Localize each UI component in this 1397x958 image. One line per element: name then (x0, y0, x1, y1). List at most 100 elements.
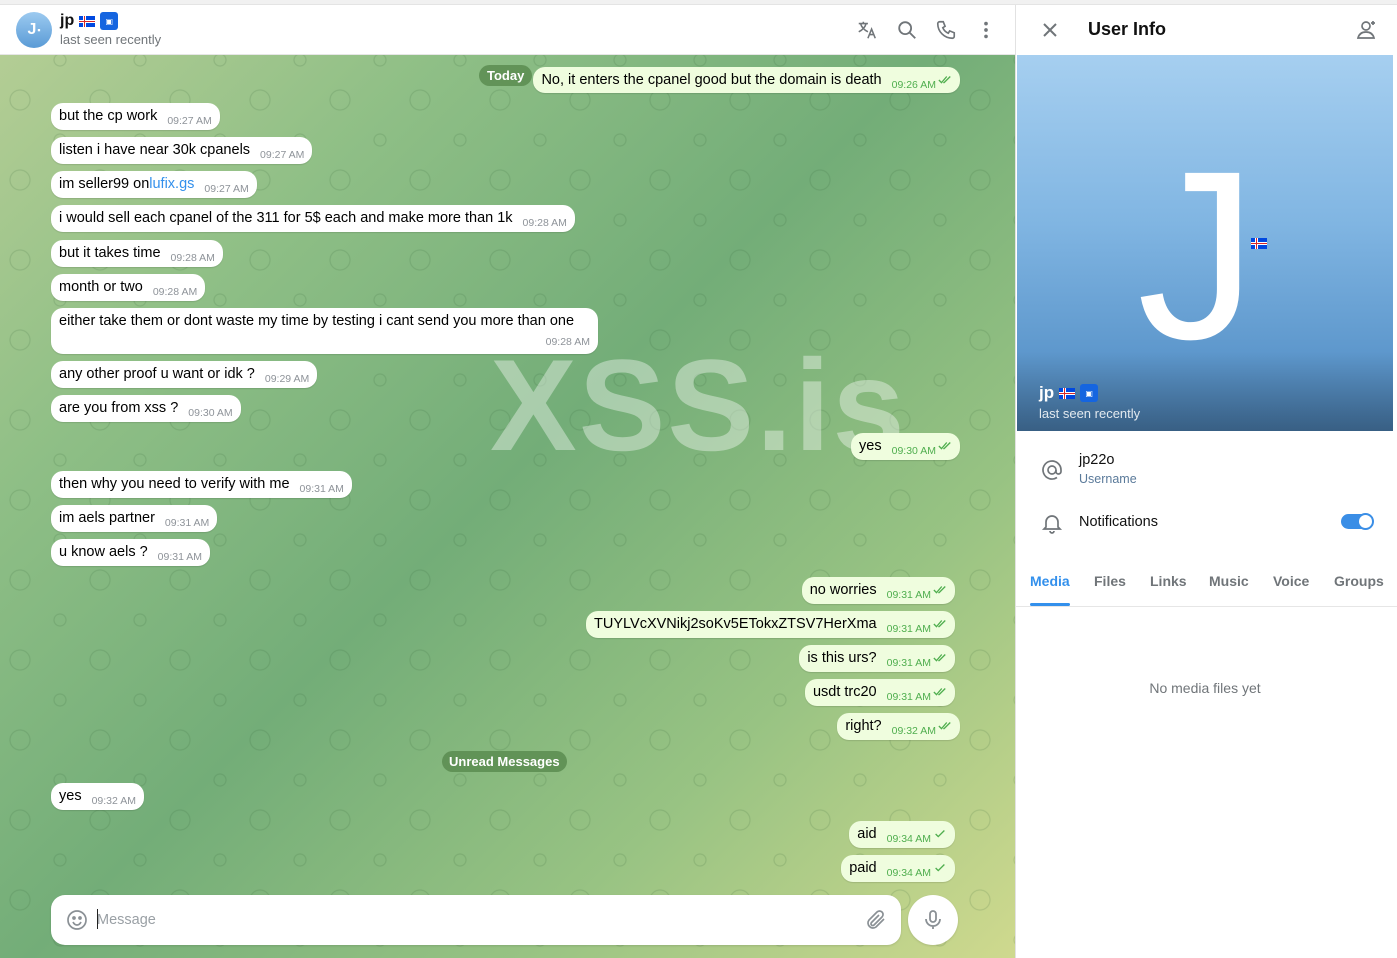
attach-icon[interactable] (864, 908, 888, 937)
tab-files[interactable]: Files (1094, 573, 1126, 589)
flag-iceland-icon (1251, 238, 1267, 249)
double-check-icon (938, 442, 951, 450)
message-bubble-in[interactable]: but it takes time 09:28 AM (51, 240, 223, 267)
message-bubble-in[interactable]: listen i have near 30k cpanels 09:27 AM (51, 137, 313, 164)
username-value[interactable]: jp22o (1079, 452, 1114, 468)
close-icon[interactable] (1038, 18, 1062, 47)
message-text: No, it enters the cpanel good but the do… (541, 72, 882, 88)
profile-status: last seen recently (1039, 406, 1141, 421)
voice-record-button[interactable] (908, 895, 958, 945)
double-check-icon (938, 722, 951, 730)
flag-iceland-icon: ▪ (37, 25, 41, 35)
message-text: but it takes time (59, 245, 161, 261)
double-check-icon (938, 76, 951, 84)
tab-music[interactable]: Music (1209, 573, 1249, 589)
text-caret (97, 909, 98, 929)
date-pill: Today (479, 65, 533, 86)
message-text: usdt trc20 (812, 684, 877, 700)
message-time: 09:31 AM (886, 657, 931, 669)
message-time: 09:31 AM (886, 691, 931, 703)
message-bubble-in[interactable]: are you from xss ? 09:30 AM (51, 395, 241, 422)
active-tab-indicator (1030, 603, 1070, 606)
message-text: paid (849, 860, 877, 876)
contact-name-row: jp ▣ (60, 12, 119, 30)
message-text: u know aels ? (59, 544, 148, 560)
emoji-icon[interactable] (65, 908, 89, 937)
message-link[interactable]: lufix.gs (149, 176, 194, 192)
message-time: 09:27 AM (204, 183, 249, 195)
id-badge-icon: ▣ (100, 12, 119, 30)
message-list[interactable]: Today No, it enters the cpanel good but … (0, 56, 1015, 886)
message-bubble-in[interactable]: yes 09:32 AM (51, 783, 144, 810)
message-bubble-in[interactable]: either take them or dont waste my time b… (51, 308, 598, 354)
message-bubble-out[interactable]: is this urs? 09:31 AM (799, 645, 955, 672)
message-bubble-out[interactable]: TUYLVcXVNikj2soKv5ETokxZTSV7HerXma 09:31 … (586, 611, 955, 638)
message-bubble-out[interactable]: No, it enters the cpanel good but the do… (533, 67, 960, 93)
message-input[interactable] (97, 908, 837, 932)
message-text: no worries (809, 582, 877, 598)
message-bubble-in[interactable]: im seller99 on lufix.gs 09:27 AM (51, 171, 257, 198)
double-check-icon (933, 620, 946, 628)
profile-name-row: jp ▣ (1039, 383, 1099, 403)
user-info-panel: User Info J jp ▣ last seen recently jp22… (1015, 5, 1397, 958)
chat-header[interactable]: J ▪ jp ▣ last seen recently (0, 5, 1015, 55)
message-composer[interactable] (51, 895, 901, 945)
message-bubble-out[interactable]: right? 09:32 AM (837, 713, 960, 740)
message-text: is this urs? (807, 650, 877, 666)
avatar[interactable]: J ▪ (16, 12, 52, 48)
unread-messages-divider: Unread Messages (442, 751, 567, 772)
message-text: yes (859, 438, 882, 454)
message-bubble-in[interactable]: then why you need to verify with me 09:31… (51, 471, 352, 498)
message-text: but the cp work (59, 108, 158, 124)
message-time: 09:26 AM (891, 79, 936, 91)
more-vert-icon[interactable] (974, 18, 998, 42)
message-bubble-in[interactable]: month or two 09:28 AM (51, 274, 206, 301)
message-text: im seller99 on (59, 176, 150, 192)
tab-links[interactable]: Links (1150, 573, 1187, 589)
message-time: 09:30 AM (188, 407, 233, 419)
message-bubble-out[interactable]: usdt trc20 09:31 AM (804, 679, 955, 706)
message-time: 09:32 AM (891, 725, 936, 737)
message-time: 09:27 AM (167, 115, 212, 127)
message-time: 09:28 AM (170, 252, 215, 264)
double-check-icon (933, 654, 946, 662)
search-icon[interactable] (895, 18, 919, 42)
message-bubble-out[interactable]: aid 09:34 AM (849, 821, 955, 848)
panel-header: User Info (1016, 5, 1397, 55)
message-time: 09:31 AM (164, 517, 210, 529)
notifications-toggle[interactable] (1341, 513, 1374, 530)
double-check-icon (933, 586, 946, 594)
window-top-bar (0, 0, 1397, 5)
chat-area: J ▪ jp ▣ last seen recently XSS.is Today … (0, 0, 1015, 958)
phone-icon[interactable] (934, 18, 958, 42)
message-text: any other proof u want or idk ? (59, 366, 255, 382)
double-check-icon (933, 688, 946, 696)
contact-status: last seen recently (60, 32, 162, 47)
message-bubble-in[interactable]: but the cp work 09:27 AM (51, 103, 220, 130)
avatar-letter: J (27, 21, 37, 38)
message-bubble-in[interactable]: u know aels ? 09:31 AM (51, 539, 211, 566)
message-text: yes (59, 788, 82, 804)
message-bubble-out[interactable]: yes 09:30 AM (851, 433, 960, 460)
bell-icon (1040, 511, 1064, 535)
message-bubble-in[interactable]: i would sell each cpanel of the 311 for … (51, 205, 575, 232)
message-time: 09:34 AM (886, 833, 931, 845)
profile-photo[interactable]: J jp ▣ last seen recently (1017, 55, 1393, 431)
empty-media-text: No media files yet (1149, 680, 1261, 696)
message-time: 09:31 AM (886, 623, 931, 635)
tab-voice[interactable]: Voice (1273, 573, 1309, 589)
tab-media[interactable]: Media (1030, 573, 1070, 589)
message-bubble-out[interactable]: no worries 09:31 AM (801, 577, 955, 604)
message-bubble-in[interactable]: im aels partner 09:31 AM (51, 505, 218, 532)
message-bubble-in[interactable]: any other proof u want or idk ? 09:29 AM (51, 361, 318, 388)
at-sign-icon (1040, 458, 1064, 482)
message-text: month or two (59, 279, 143, 295)
add-contact-icon[interactable] (1354, 18, 1378, 47)
message-time: 09:32 AM (91, 795, 136, 807)
message-bubble-out[interactable]: paid 09:34 AM (841, 855, 955, 882)
translate-icon[interactable] (855, 18, 879, 42)
tab-groups[interactable]: Groups (1334, 573, 1384, 589)
message-text: TUYLVcXVNikj2soKv5ETokxZTSV7HerXma (594, 616, 877, 632)
message-text: im aels partner (59, 510, 155, 526)
message-time: 09:30 AM (891, 445, 936, 457)
